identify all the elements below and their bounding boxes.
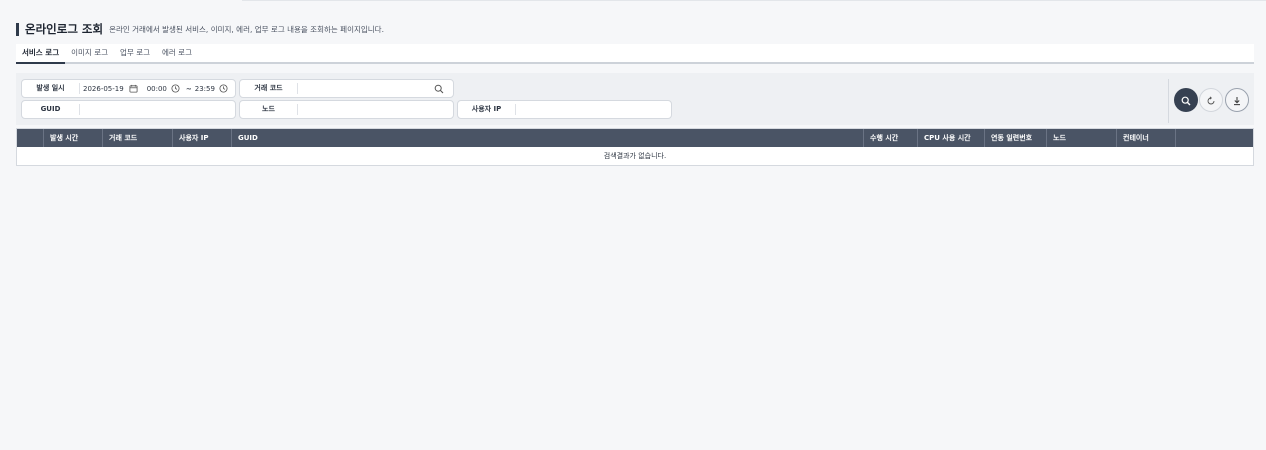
column-header-select — [17, 129, 44, 147]
clock-icon[interactable] — [171, 84, 180, 93]
tab-error-log[interactable]: 에러 로그 — [156, 44, 198, 64]
tab-service-log[interactable]: 서비스 로그 — [16, 44, 66, 64]
occurred-at-field: 발생 일시 2026-05-19 00:00 ~ 23:59 — [21, 79, 236, 98]
column-header-cpu-time[interactable]: CPU 사용 시간 — [918, 129, 985, 147]
tx-code-label: 거래 코드 — [240, 83, 298, 94]
log-table: 발생 시간 거래 코드 사용자 IP GUID 수행 시간 CPU 사용 시간 … — [16, 128, 1254, 166]
time-range-separator: ~ — [185, 84, 192, 93]
reset-button[interactable] — [1199, 88, 1223, 112]
clock-icon[interactable] — [219, 84, 228, 93]
node-label: 노드 — [240, 104, 298, 115]
time-to-input[interactable]: 23:59 — [195, 85, 215, 93]
title-bar-marker — [16, 22, 19, 36]
column-header-link-serial[interactable]: 연동 일련번호 — [985, 129, 1047, 147]
page-title: 온라인로그 조회 — [25, 22, 104, 36]
table-header: 발생 시간 거래 코드 사용자 IP GUID 수행 시간 CPU 사용 시간 … — [17, 129, 1253, 147]
column-header-extra — [1176, 129, 1253, 147]
tx-code-field: 거래 코드 — [239, 79, 454, 98]
column-header-occurred-time[interactable]: 발생 시간 — [44, 129, 103, 147]
empty-result-message: 검색결과가 없습니다. — [603, 152, 667, 160]
page-description: 온라인 거래에서 발생된 서비스, 이미지, 에러, 업무 로그 내용을 조회하… — [109, 24, 384, 34]
column-header-exec-time[interactable]: 수행 시간 — [864, 129, 918, 147]
column-header-user-ip[interactable]: 사용자 IP — [173, 129, 232, 147]
guid-label: GUID — [22, 104, 80, 115]
time-from-input[interactable]: 00:00 — [147, 85, 167, 93]
occurred-at-label: 발생 일시 — [22, 83, 80, 94]
search-icon[interactable] — [434, 84, 444, 94]
search-button[interactable] — [1174, 88, 1198, 112]
tab-business-log[interactable]: 업무 로그 — [114, 44, 156, 64]
user-ip-field: 사용자 IP — [457, 100, 672, 119]
tab-image-log[interactable]: 이미지 로그 — [65, 44, 114, 64]
tab-bar: 서비스 로그 이미지 로그 업무 로그 에러 로그 — [16, 44, 1254, 64]
date-input[interactable]: 2026-05-19 — [83, 85, 124, 93]
tx-code-input[interactable] — [298, 83, 434, 94]
column-header-guid[interactable]: GUID — [232, 129, 864, 147]
column-header-container[interactable]: 컨테이너 — [1117, 129, 1176, 147]
page-header: 온라인로그 조회 온라인 거래에서 발생된 서비스, 이미지, 에러, 업무 로… — [16, 21, 384, 37]
column-header-node[interactable]: 노드 — [1047, 129, 1117, 147]
node-field: 노드 — [239, 100, 454, 119]
refresh-icon — [1206, 91, 1216, 110]
node-input[interactable] — [298, 104, 453, 115]
search-icon — [1181, 91, 1191, 110]
user-ip-input[interactable] — [516, 104, 671, 115]
guid-input[interactable] — [80, 104, 235, 115]
download-icon — [1232, 91, 1242, 110]
top-divider — [242, 0, 1266, 1]
download-button[interactable] — [1225, 88, 1249, 112]
user-ip-label: 사용자 IP — [458, 104, 516, 115]
column-header-tx-code[interactable]: 거래 코드 — [103, 129, 173, 147]
guid-field: GUID — [21, 100, 236, 119]
action-divider — [1168, 79, 1169, 123]
calendar-icon[interactable] — [129, 84, 138, 93]
